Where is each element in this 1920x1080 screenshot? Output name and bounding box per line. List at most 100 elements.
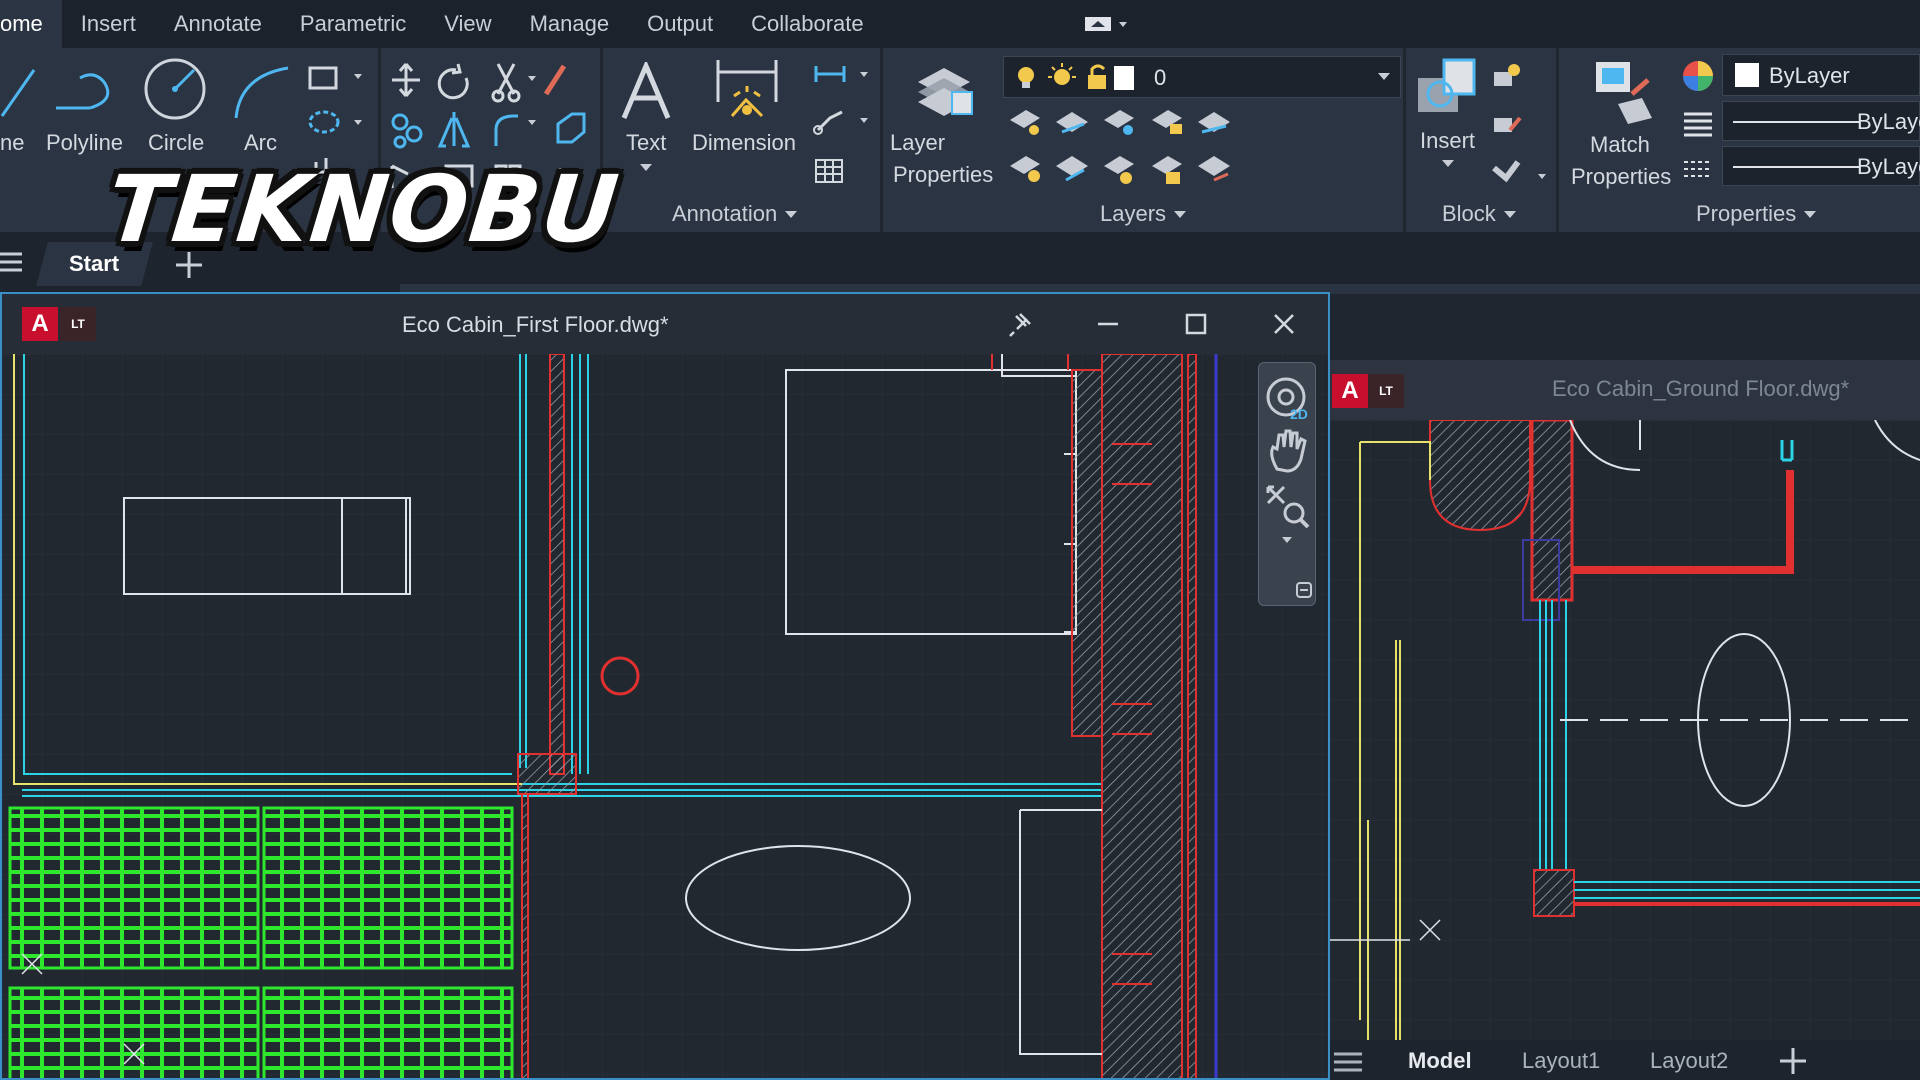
tab-label: Annotate <box>173 11 262 36</box>
tab-model[interactable]: Model <box>1408 1048 1472 1074</box>
tab-parametric[interactable]: Parametric <box>281 0 425 48</box>
dimension-label[interactable]: Dimension <box>692 130 796 156</box>
circle-icon[interactable] <box>142 56 208 122</box>
color-swatch <box>1735 63 1759 87</box>
layer-tools[interactable] <box>1006 104 1236 194</box>
lt-badge: LT <box>60 307 96 341</box>
block-small-tools[interactable] <box>1490 58 1550 188</box>
layers-panel-title[interactable]: Layers <box>1100 201 1188 227</box>
tab-output[interactable]: Output <box>628 0 732 48</box>
panel-expand-icon <box>1804 211 1817 218</box>
match-properties-icon[interactable] <box>1592 58 1658 128</box>
navigation-bar: 2D <box>1258 362 1316 606</box>
pin-icon[interactable] <box>1000 304 1040 344</box>
tab-label: ome <box>0 11 43 36</box>
close-icon[interactable] <box>1264 304 1304 344</box>
workspace-toggle-button[interactable] <box>1083 9 1133 39</box>
navbar-options-icon[interactable] <box>1295 581 1313 599</box>
panel-title-text: Properties <box>1696 201 1797 226</box>
panel-divider <box>1556 48 1559 232</box>
insert-dropdown-icon[interactable] <box>1440 158 1456 170</box>
line-icon[interactable] <box>0 60 50 120</box>
autocad-app: ome Insert Annotate Parametric View Mana… <box>0 0 1920 1080</box>
panel-title-text: Annotation <box>672 201 778 226</box>
panel-expand-icon <box>1503 211 1516 218</box>
properties-panel-title[interactable]: Properties <box>1696 201 1818 227</box>
autocad-logo-icon: A <box>1332 374 1368 408</box>
tab-insert[interactable]: Insert <box>62 0 155 48</box>
annotation-small-tools[interactable] <box>812 60 872 190</box>
lineweight-dropdown[interactable]: ByLaye <box>1722 101 1920 141</box>
layer-properties-label-2[interactable]: Properties <box>893 162 993 188</box>
layout-tab-bar: Model Layout1 Layout2 <box>1330 1040 1920 1080</box>
tab-label: Parametric <box>299 11 407 36</box>
panel-expand-icon <box>1174 211 1187 218</box>
tab-label: Output <box>647 11 714 36</box>
ground-floor-titlebar[interactable]: A LT Eco Cabin_Ground Floor.dwg* <box>1330 360 1920 420</box>
dimension-icon[interactable] <box>712 56 782 122</box>
linetype-preview <box>1733 166 1859 168</box>
line-label[interactable]: ne <box>0 130 24 156</box>
text-dropdown-icon[interactable] <box>638 162 654 174</box>
steering-wheel-icon[interactable]: 2D <box>1264 371 1312 425</box>
block-panel-title[interactable]: Block <box>1442 201 1518 227</box>
polyline-label[interactable]: Polyline <box>46 130 123 156</box>
steering-wheel-2d-label: 2D <box>1290 406 1308 422</box>
workspace-icon <box>1084 17 1127 31</box>
ground-floor-title: Eco Cabin_Ground Floor.dwg* <box>1552 376 1850 401</box>
tab-collaborate[interactable]: Collaborate <box>732 0 883 48</box>
autocad-logo-icon: A <box>22 307 58 341</box>
add-layout-plus-icon[interactable] <box>1778 1046 1808 1076</box>
annotation-panel-title[interactable]: Annotation <box>672 201 799 227</box>
first-floor-window[interactable]: A LT Eco Cabin_First Floor.dwg* <box>0 292 1330 1080</box>
circle-label[interactable]: Circle <box>148 130 204 156</box>
pan-hand-icon[interactable] <box>1265 425 1311 475</box>
layer-dropdown[interactable]: 0 <box>1003 56 1401 98</box>
tab-label: View <box>444 11 492 36</box>
ribbon-tab-bar: ome Insert Annotate Parametric View Mana… <box>0 0 1920 48</box>
text-label[interactable]: Text <box>626 130 666 156</box>
color-value: ByLayer <box>1769 63 1850 88</box>
first-floor-drawing[interactable] <box>2 354 1328 1080</box>
color-dropdown[interactable]: ByLayer <box>1722 54 1920 96</box>
layer-state-icons <box>1018 63 1134 90</box>
insert-block-icon[interactable] <box>1414 54 1484 124</box>
polyline-icon[interactable] <box>50 60 120 120</box>
insert-label[interactable]: Insert <box>1420 128 1475 154</box>
text-icon[interactable] <box>620 62 672 122</box>
ground-floor-drawing[interactable] <box>1330 420 1920 1040</box>
layer-properties-icon[interactable] <box>912 56 976 126</box>
maximize-icon[interactable] <box>1176 304 1216 344</box>
properties-row-icons <box>1683 61 1713 177</box>
first-floor-titlebar[interactable]: A LT Eco Cabin_First Floor.dwg* <box>2 294 1328 354</box>
minimize-icon[interactable] <box>1088 304 1128 344</box>
arc-label[interactable]: Arc <box>244 130 277 156</box>
tab-label: Insert <box>80 11 136 36</box>
panel-title-text: Layers <box>1100 201 1167 226</box>
tab-home[interactable]: ome <box>0 0 62 48</box>
zoom-extents-icon[interactable] <box>1264 483 1312 553</box>
tab-layout1[interactable]: Layout1 <box>1522 1048 1600 1074</box>
tab-annotate[interactable]: Annotate <box>155 0 281 48</box>
linetype-dropdown[interactable]: ByLaye <box>1722 146 1920 186</box>
tab-layout2[interactable]: Layout2 <box>1650 1048 1728 1074</box>
chevron-down-icon <box>1378 73 1390 80</box>
panel-title-text: Block <box>1442 201 1496 226</box>
layout-menu-icon[interactable] <box>1334 1050 1362 1074</box>
lineweight-value: ByLaye <box>1857 109 1920 134</box>
watermark-logo: TEKNOBU <box>102 156 625 263</box>
tab-view[interactable]: View <box>425 0 510 48</box>
first-floor-title: Eco Cabin_First Floor.dwg* <box>402 312 669 337</box>
match-properties-label-1[interactable]: Match <box>1590 132 1650 158</box>
layer-properties-label-1[interactable]: Layer <box>890 130 945 156</box>
tab-label: Manage <box>529 11 610 36</box>
match-properties-label-2[interactable]: Properties <box>1571 164 1671 190</box>
ground-floor-window[interactable]: A LT Eco Cabin_Ground Floor.dwg* <box>1330 360 1920 1080</box>
tab-manage[interactable]: Manage <box>511 0 629 48</box>
arc-icon[interactable] <box>230 58 300 122</box>
lineweight-preview <box>1733 121 1859 123</box>
lt-badge: LT <box>1368 374 1404 408</box>
panel-expand-icon <box>785 211 798 218</box>
menu-icon[interactable] <box>0 250 22 276</box>
panel-divider <box>1403 48 1406 232</box>
